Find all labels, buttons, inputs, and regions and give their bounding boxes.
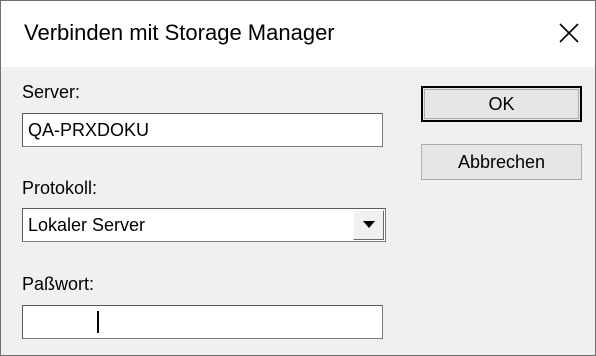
ok-button[interactable]: OK <box>421 86 582 122</box>
connect-dialog: Verbinden mit Storage Manager Server: QA… <box>0 0 596 356</box>
protocol-label: Protokoll: <box>22 178 98 198</box>
password-label: Paßwort: <box>22 274 95 294</box>
dropdown-arrow-icon <box>363 221 375 228</box>
password-masked-value <box>28 319 94 323</box>
protocol-selected-value: Lokaler Server <box>28 215 146 235</box>
text-caret <box>97 311 99 333</box>
cancel-button[interactable]: Abbrechen <box>421 144 582 180</box>
close-icon <box>559 23 579 43</box>
server-input-value: QA-PRXDOKU <box>28 120 150 140</box>
protocol-dropdown-button[interactable] <box>353 210 384 240</box>
close-button[interactable] <box>549 15 589 51</box>
server-input[interactable]: QA-PRXDOKU <box>22 113 383 147</box>
password-input[interactable] <box>22 305 383 339</box>
title-bar[interactable]: Verbinden mit Storage Manager <box>1 1 595 67</box>
window-title: Verbinden mit Storage Manager <box>24 20 335 45</box>
server-label: Server: <box>22 82 81 102</box>
protocol-select[interactable]: Lokaler Server <box>22 208 386 242</box>
